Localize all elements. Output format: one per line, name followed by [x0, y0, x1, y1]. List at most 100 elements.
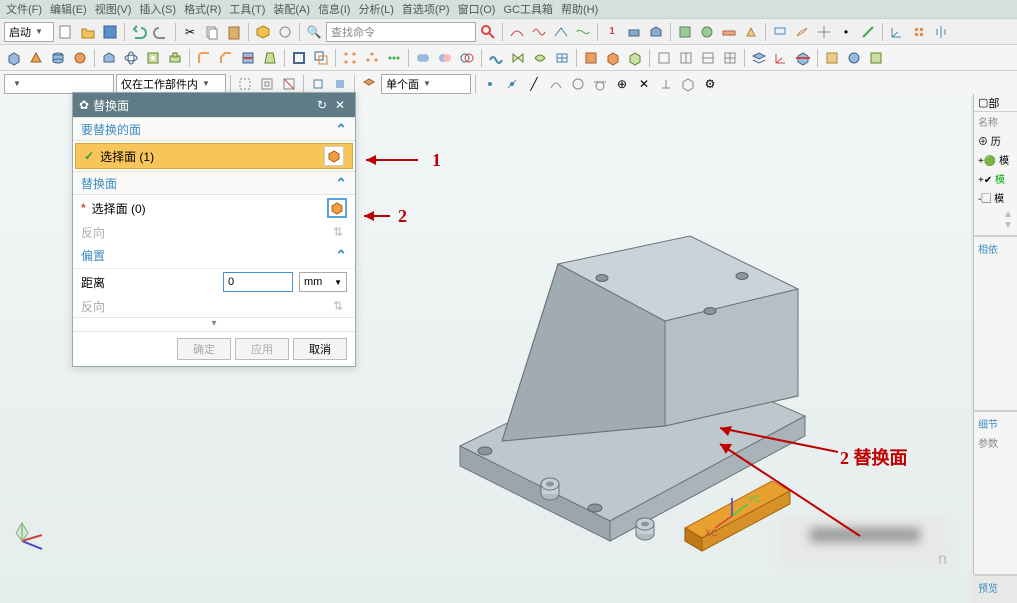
snap-tan-icon[interactable]: [590, 74, 610, 94]
ok-button[interactable]: 确定: [177, 338, 231, 360]
menu-insert[interactable]: 插入(S): [139, 1, 176, 17]
sync3-icon[interactable]: [625, 48, 645, 68]
menu-preferences[interactable]: 首选项(P): [402, 1, 450, 17]
cancel-button[interactable]: 取消: [293, 338, 347, 360]
selection-filter-dropdown[interactable]: ▼: [4, 74, 114, 94]
surf4-icon[interactable]: [552, 48, 572, 68]
snap-face-icon[interactable]: [678, 74, 698, 94]
collapse-icon[interactable]: ⌃: [335, 121, 347, 138]
curve1-icon[interactable]: [507, 22, 527, 42]
section-dependency[interactable]: 相依: [974, 239, 1017, 258]
search-go-icon[interactable]: [478, 22, 498, 42]
body4-icon[interactable]: [741, 22, 761, 42]
round-icon[interactable]: [194, 48, 214, 68]
pattern-icon[interactable]: [909, 22, 929, 42]
array1-icon[interactable]: [340, 48, 360, 68]
menu-tools[interactable]: 工具(T): [229, 1, 265, 17]
menu-window[interactable]: 窗口(O): [458, 1, 496, 17]
select-replacement-face-row[interactable]: * 选择面 (0): [73, 195, 355, 221]
tree-model-item-3[interactable]: -▢ 模: [974, 188, 1017, 207]
snap-int-icon[interactable]: ✕: [634, 74, 654, 94]
unit-dropdown[interactable]: mm▼: [299, 272, 347, 292]
curve2-icon[interactable]: [529, 22, 549, 42]
section-icon[interactable]: [793, 48, 813, 68]
sel1-icon[interactable]: [235, 74, 255, 94]
plane2-icon[interactable]: [792, 22, 812, 42]
subtract-icon[interactable]: [435, 48, 455, 68]
face-rule-dropdown[interactable]: 单个面▼: [381, 74, 471, 94]
trim-icon[interactable]: [238, 48, 258, 68]
snap-arc-icon[interactable]: [546, 74, 566, 94]
revolve-icon[interactable]: [121, 48, 141, 68]
hole-icon[interactable]: [143, 48, 163, 68]
section-details[interactable]: 细节: [974, 414, 1017, 433]
command-search-input[interactable]: 查找命令: [326, 22, 476, 42]
layer-icon[interactable]: [749, 48, 769, 68]
view2-icon[interactable]: [676, 48, 696, 68]
collapse-icon[interactable]: ⌃: [335, 247, 347, 264]
body1-icon[interactable]: [675, 22, 695, 42]
mirror-icon[interactable]: [931, 22, 951, 42]
boss-icon[interactable]: [165, 48, 185, 68]
sel2-icon[interactable]: [257, 74, 277, 94]
menu-format[interactable]: 格式(R): [184, 1, 221, 17]
launch-dropdown[interactable]: 启动▼: [4, 22, 54, 42]
menu-view[interactable]: 视图(V): [95, 1, 132, 17]
ext3-icon[interactable]: [866, 48, 886, 68]
section-preview[interactable]: 预览: [974, 578, 1017, 597]
shell-icon[interactable]: [289, 48, 309, 68]
array2-icon[interactable]: [362, 48, 382, 68]
cube-icon[interactable]: [253, 22, 273, 42]
menu-file[interactable]: 文件(F): [6, 1, 42, 17]
face-select-icon[interactable]: [327, 198, 347, 218]
tree-history-item[interactable]: ⊕ 历: [974, 131, 1017, 150]
plane3-icon[interactable]: [814, 22, 834, 42]
filter2-icon[interactable]: [330, 74, 350, 94]
dialog-expand-handle[interactable]: ▾: [73, 317, 355, 331]
array3-icon[interactable]: [384, 48, 404, 68]
prim-sphere-icon[interactable]: [70, 48, 90, 68]
snap-perp-icon[interactable]: [656, 74, 676, 94]
dialog-reset-icon[interactable]: ↻: [313, 96, 331, 114]
cut-icon[interactable]: ✂: [180, 22, 200, 42]
ext2-icon[interactable]: [844, 48, 864, 68]
distance-input[interactable]: [223, 272, 293, 292]
wcs-icon[interactable]: [771, 48, 791, 68]
copy-icon[interactable]: [202, 22, 222, 42]
open-icon[interactable]: [78, 22, 98, 42]
collapse-icon[interactable]: ⌃: [335, 175, 347, 192]
prim-cyl-icon[interactable]: [48, 48, 68, 68]
sync2-icon[interactable]: [603, 48, 623, 68]
point-icon[interactable]: •: [836, 22, 856, 42]
face-filter-icon[interactable]: [359, 74, 379, 94]
menu-help[interactable]: 帮助(H): [561, 1, 598, 17]
snap-end-icon[interactable]: [480, 74, 500, 94]
sel3-icon[interactable]: [279, 74, 299, 94]
menu-analysis[interactable]: 分析(L): [358, 1, 393, 17]
axis-icon[interactable]: [858, 22, 878, 42]
menu-gctoolbox[interactable]: GC工具箱: [503, 1, 553, 17]
body2-icon[interactable]: [697, 22, 717, 42]
face-select-icon[interactable]: [324, 146, 344, 166]
snap-quad-icon[interactable]: ⊕: [612, 74, 632, 94]
tree-model-item-1[interactable]: +🟢 模: [974, 150, 1017, 169]
num-icon[interactable]: 1: [602, 22, 622, 42]
prim-block-icon[interactable]: [4, 48, 24, 68]
chamfer-icon[interactable]: [216, 48, 236, 68]
unite-icon[interactable]: [413, 48, 433, 68]
undo-icon[interactable]: [129, 22, 149, 42]
ext1-icon[interactable]: [822, 48, 842, 68]
save-icon[interactable]: [100, 22, 120, 42]
redo-icon[interactable]: [151, 22, 171, 42]
snap-line-icon[interactable]: ╱: [524, 74, 544, 94]
extrude-icon[interactable]: [99, 48, 119, 68]
surf2-icon[interactable]: [508, 48, 528, 68]
curve3-icon[interactable]: [551, 22, 571, 42]
body3-icon[interactable]: [719, 22, 739, 42]
apply-button[interactable]: 应用: [235, 338, 289, 360]
menu-edit[interactable]: 编辑(E): [50, 1, 87, 17]
search-icon[interactable]: 🔍: [304, 22, 324, 42]
surf1-icon[interactable]: [486, 48, 506, 68]
view4-icon[interactable]: [720, 48, 740, 68]
scrollbar-placeholder[interactable]: ▲▼: [974, 207, 1017, 233]
